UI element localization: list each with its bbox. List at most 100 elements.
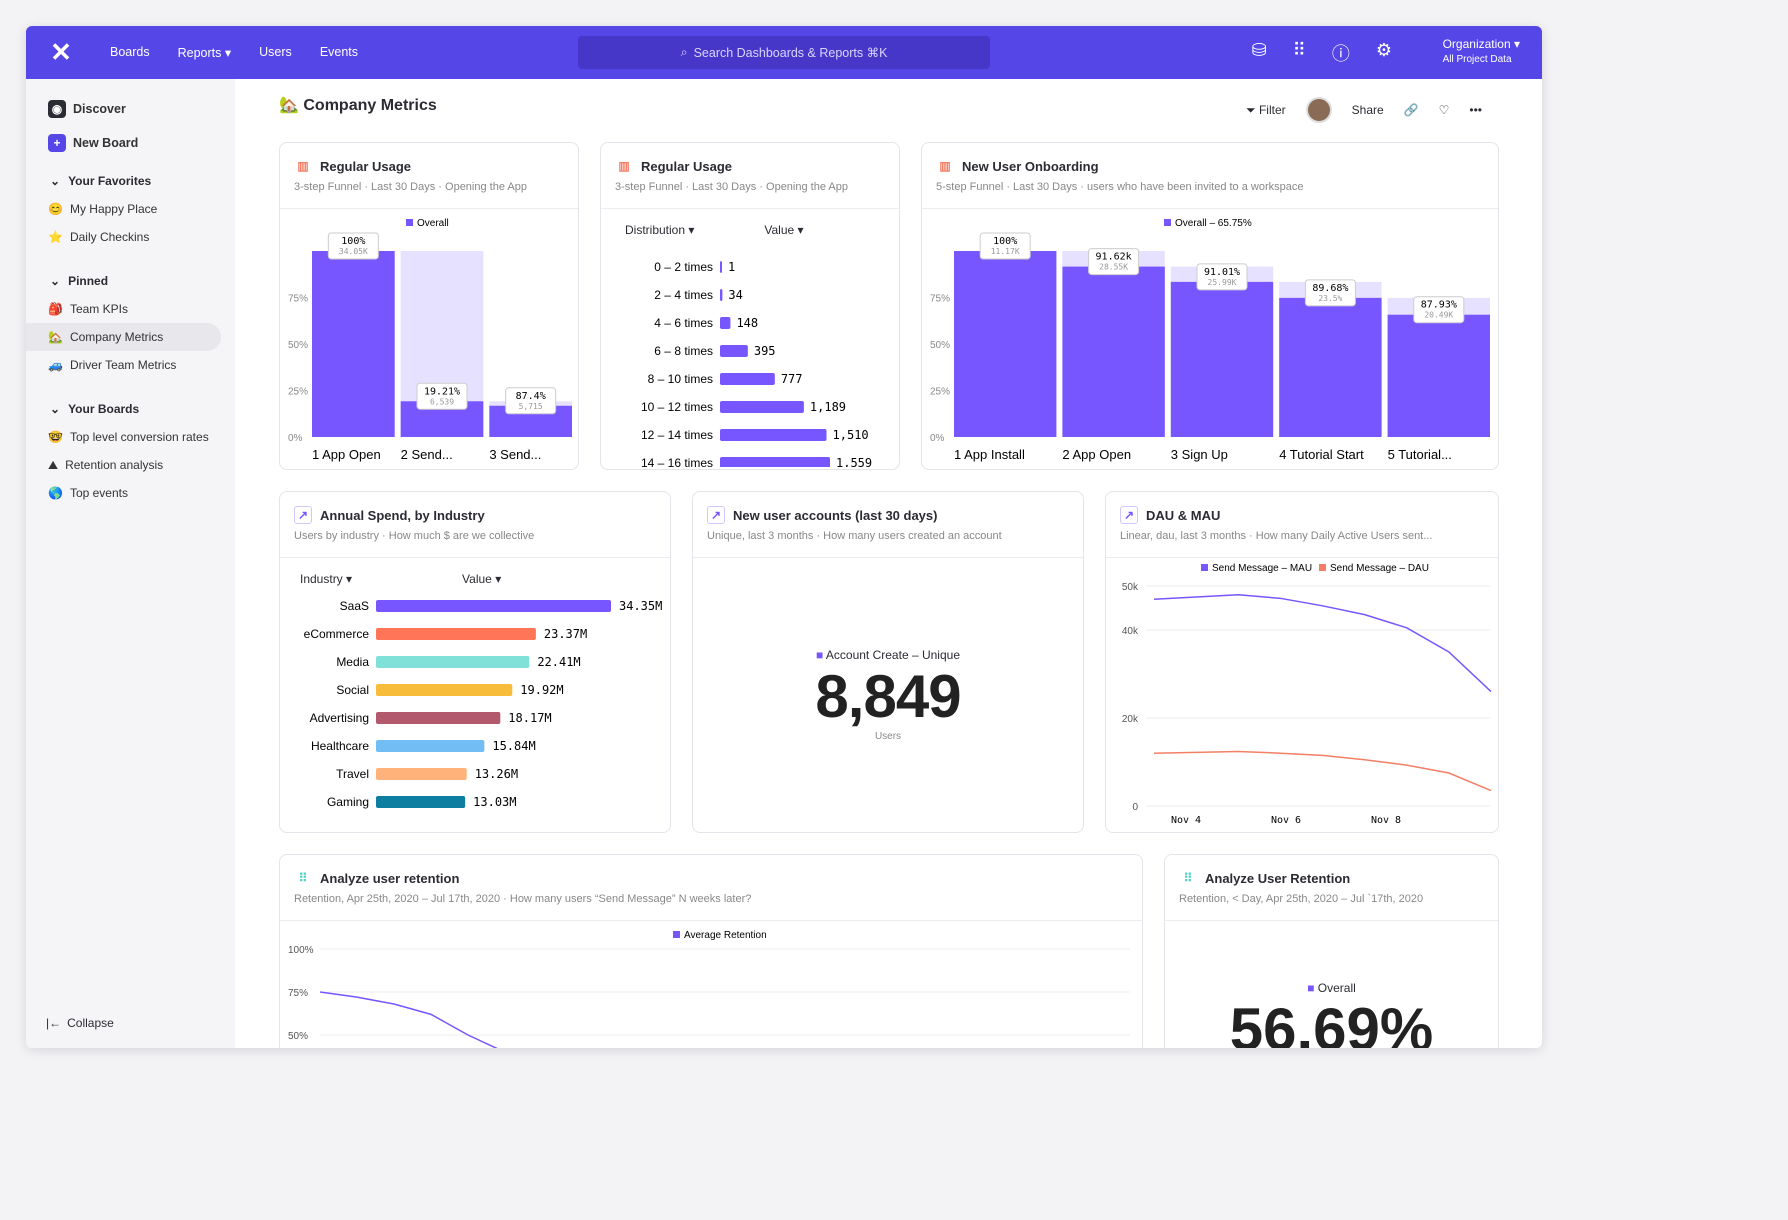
card-analyze-user-retention[interactable]: ⠿ Analyze user retention Retention, Apr 25… (279, 854, 1143, 1048)
apps-grid-icon[interactable]: ⠿ (1293, 40, 1306, 66)
sidebar-item[interactable]: 😊 My Happy Place (26, 195, 235, 223)
annual-spend-chart: SaaS 34.35M eCommerce 23.37M Media 22.41M Soci… (304, 599, 663, 809)
heart-icon[interactable]: ♡ (1439, 103, 1450, 117)
mixpanel-logo-icon[interactable]: ✕ (26, 37, 96, 68)
org-switcher[interactable]: Organization ▾ All Project Data (1443, 36, 1520, 68)
sidebar-new-board[interactable]: + New Board (26, 129, 235, 157)
sidebar: ◉ Discover + New Board ⌄ Your Favorites 😊 My… (26, 79, 235, 1048)
legend-label: Overall – 65.75% (1175, 218, 1252, 229)
card-regular-usage-distribution[interactable]: ▥ Regular Usage 3-step Funnel · Last 30 Da… (600, 142, 900, 470)
industry-label: Gaming (327, 795, 369, 809)
industry-value: 19.92M (520, 683, 563, 697)
distribution-label: 0 – 2 times (654, 260, 713, 274)
compass-icon: ◉ (48, 100, 66, 118)
pinned-section-header[interactable]: ⌄ Pinned (26, 267, 235, 295)
retention-line-chart: Average Retention 100% 75% 50% (288, 930, 1130, 1048)
distribution-label: Distribution (625, 223, 686, 237)
sidebar-discover[interactable]: ◉ Discover (26, 95, 235, 123)
legend-label: Overall (417, 218, 449, 229)
card-dau-mau[interactable]: ↗ DAU & MAU Linear, dau, last 3 months · H… (1105, 491, 1499, 833)
plus-icon: + (48, 134, 66, 152)
sidebar-item[interactable]: 🌎 Top events (26, 479, 235, 507)
more-options-icon[interactable]: ••• (1469, 103, 1482, 117)
share-button[interactable]: Share (1352, 103, 1384, 117)
sidebar-item[interactable]: ⭐ Daily Checkins (26, 223, 235, 251)
y-tick-label: 75% (930, 294, 950, 305)
favorites-section-header[interactable]: ⌄ Your Favorites (26, 167, 235, 195)
distribution-bar (720, 345, 748, 357)
industry-bar (376, 796, 466, 808)
top-nav-bar: ✕ Boards Reports ▾ Users Events ⌕ Search… (26, 26, 1542, 79)
distribution-value: 1,510 (833, 428, 869, 442)
data-settings-icon[interactable]: ⛁ (1252, 40, 1267, 66)
help-icon[interactable]: ⓘ (1332, 40, 1350, 66)
retention-icon: ⠿ (298, 871, 308, 885)
legend-label: Send Message – DAU (1330, 563, 1429, 574)
avatar[interactable] (1305, 97, 1332, 123)
value-column-header[interactable]: Value ▾ (462, 572, 501, 586)
gear-icon[interactable]: ⚙ (1376, 40, 1392, 66)
sidebar-item[interactable]: 🏡 Company Metrics (26, 323, 221, 351)
bar-value-label: 89.68% (1312, 283, 1348, 294)
distribution-column-header[interactable]: Distribution ▾ (625, 223, 694, 237)
link-icon[interactable]: 🔗 (1404, 103, 1419, 117)
value-label: Value (764, 223, 795, 237)
sidebar-item[interactable]: 🤓 Top level conversion rates (26, 423, 235, 451)
bar-value-label: 91.01% (1204, 267, 1240, 278)
bar-value-label: 87.4% (516, 391, 546, 402)
filter-button[interactable]: ⏷ Filter (1246, 103, 1286, 118)
nav-events[interactable]: Events (320, 45, 358, 60)
bar-value-label: 100% (341, 236, 365, 247)
card-analyze-user-retention-overall[interactable]: ⠿ Analyze User Retention Retention, < Day,… (1164, 854, 1499, 1048)
card-new-user-onboarding[interactable]: ▥ New User Onboarding 5-step Funnel · Last… (921, 142, 1499, 470)
sidebar-item-label: My Happy Place (69, 202, 158, 216)
x-category-label: 3 Send... (489, 447, 541, 462)
distribution-bar (720, 261, 722, 273)
nav-users[interactable]: Users (259, 45, 292, 60)
nav-reports[interactable]: Reports ▾ (178, 45, 232, 60)
search-input[interactable]: ⌕ Search Dashboards & Reports ⌘K (578, 36, 990, 69)
sidebar-item[interactable]: ⛰ Retention analysis (26, 451, 235, 479)
legend-label: Overall (1317, 981, 1356, 995)
filter-label: Filter (1258, 102, 1286, 117)
pinned-label: Pinned (68, 274, 109, 288)
funnel-icon: ▥ (618, 159, 630, 173)
card-subtitle: Linear, dau, last 3 months · How many Da… (1120, 530, 1433, 542)
card-regular-usage-funnel[interactable]: ▥ Regular Usage 3-step Funnel · Last 30 Da… (279, 142, 579, 470)
card-annual-spend[interactable]: ↗ Annual Spend, by Industry Users by indus… (279, 491, 671, 833)
industry-label: SaaS (340, 599, 369, 613)
legend-swatch (673, 931, 680, 938)
sidebar-item-label: Company Metrics (69, 330, 164, 344)
distribution-label: 4 – 6 times (654, 316, 713, 330)
industry-value: 23.37M (544, 627, 587, 641)
x-category-label: 1 App Open (312, 447, 381, 462)
x-category-label: 2 App Open (1062, 447, 1131, 462)
x-tick-label: Nov 8 (1371, 815, 1401, 826)
legend-swatch: ■ (1307, 981, 1315, 995)
metric-value: 56.69% (1229, 996, 1434, 1048)
distribution-bar (720, 401, 804, 413)
main-nav: Boards Reports ▾ Users Events (110, 45, 358, 60)
x-category-label: 1 App Install (954, 447, 1025, 462)
collapse-button[interactable]: |← Collapse (46, 1016, 114, 1030)
distribution-value: 395 (754, 344, 776, 358)
boards-section-header[interactable]: ⌄ Your Boards (26, 395, 235, 423)
x-category-label: 3 Sign Up (1171, 447, 1228, 462)
distribution-value: 34 (728, 288, 742, 302)
card-new-user-accounts[interactable]: ↗ New user accounts (last 30 days) Unique,… (692, 491, 1084, 833)
card-subtitle: Unique, last 3 months · How many users c… (707, 530, 1002, 542)
value-column-header[interactable]: Value ▾ (764, 223, 803, 237)
sidebar-item[interactable]: 🎒 Team KPIs (26, 295, 235, 323)
industry-column-header[interactable]: Industry ▾ (300, 572, 352, 586)
sidebar-item-label: Driver Team Metrics (69, 358, 177, 372)
insights-icon: ↗ (1120, 506, 1138, 524)
distribution-chart: 0 – 2 times 1 2 – 4 times 34 4 – 6 times 148 6… (641, 260, 872, 469)
industry-value: 15.84M (492, 739, 535, 753)
sidebar-item[interactable]: 🚙 Driver Team Metrics (26, 351, 235, 379)
sidebar-item-label: Top level conversion rates (69, 430, 209, 444)
industry-label: Media (336, 655, 369, 669)
industry-value: 22.41M (537, 655, 580, 669)
nav-boards[interactable]: Boards (110, 45, 150, 60)
industry-label: Advertising (310, 711, 369, 725)
distribution-bar (720, 429, 827, 441)
